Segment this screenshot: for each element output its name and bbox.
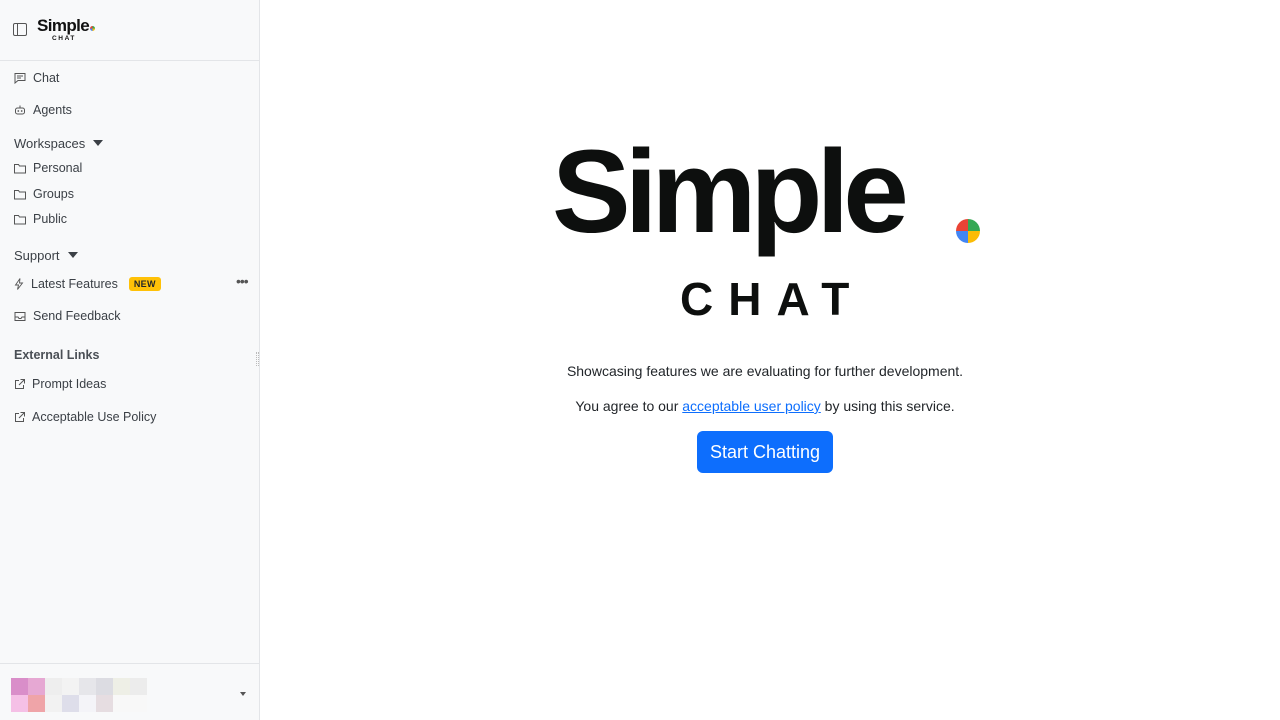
nav-agents[interactable]: Agents (14, 101, 72, 119)
avatar-pixel (11, 695, 28, 712)
nav-send-feedback[interactable]: Send Feedback (14, 307, 121, 325)
nav-latest-features[interactable]: Latest Features NEW (14, 275, 161, 293)
avatar-pixel (113, 678, 130, 695)
workspaces-section-toggle[interactable]: Workspaces (14, 134, 104, 152)
avatar-pixel (130, 695, 147, 712)
avatar-pixel (28, 695, 45, 712)
agree-suffix: by using this service. (820, 398, 955, 414)
tagline: Showcasing features we are evaluating fo… (566, 363, 964, 379)
avatar-pixel (79, 695, 96, 712)
hero-logo-sub: CHAT (680, 273, 865, 325)
hero-logo-word: Simple (552, 126, 909, 258)
folder-icon (14, 189, 26, 199)
folder-icon (14, 214, 26, 224)
support-section-toggle[interactable]: Support (14, 246, 78, 264)
main-content: Simple CHAT Showcasing features we are e… (260, 0, 1280, 720)
external-link-acceptable-use[interactable]: Acceptable Use Policy (14, 408, 156, 426)
avatar-pixel (62, 678, 79, 695)
chevron-down-icon (240, 692, 246, 696)
avatar (11, 678, 147, 712)
folder-icon (14, 163, 26, 173)
hero-logo: Simple CHAT (552, 122, 992, 325)
sidebar-logo[interactable]: Simple CHAT (37, 16, 96, 43)
external-links-title: External Links (14, 348, 100, 362)
nav-chat[interactable]: Chat (14, 69, 59, 87)
logo-dot-icon (90, 26, 96, 31)
external-link-label: Acceptable Use Policy (32, 410, 157, 424)
avatar-pixel (96, 678, 113, 695)
caret-down-icon (67, 252, 78, 258)
avatar-pixel (11, 678, 28, 695)
workspace-item-label: Groups (33, 187, 74, 201)
avatar-pixel (96, 695, 113, 712)
external-link-icon (15, 411, 25, 422)
workspace-item-public[interactable]: Public (14, 210, 67, 228)
sidebar-resize-handle[interactable] (256, 352, 259, 366)
avatar-pixel (45, 695, 62, 712)
avatar-pixel (130, 678, 147, 695)
workspace-item-groups[interactable]: Groups (14, 185, 74, 203)
avatar-pixel (79, 678, 96, 695)
agree-prefix: You agree to our (575, 398, 683, 414)
avatar-pixel (28, 678, 45, 695)
sidebar: Simple CHAT Chat Agents Workspaces Perso… (0, 0, 260, 720)
workspace-item-label: Personal (33, 161, 83, 175)
caret-down-icon (93, 140, 104, 146)
workspace-item-personal[interactable]: Personal (14, 159, 82, 177)
chat-icon (14, 73, 26, 84)
nav-agents-label: Agents (33, 103, 72, 117)
external-link-prompt-ideas[interactable]: Prompt Ideas (14, 375, 106, 393)
sidebar-logo-word: Simple (37, 16, 90, 35)
external-link-label: Prompt Ideas (32, 377, 107, 391)
sidebar-toggle-icon[interactable] (13, 23, 27, 36)
workspace-item-label: Public (33, 212, 68, 226)
send-feedback-label: Send Feedback (33, 309, 121, 323)
latest-features-label: Latest Features (31, 277, 118, 291)
new-badge: NEW (128, 277, 161, 291)
policy-agreement: You agree to our acceptable user policy … (260, 398, 1270, 414)
acceptable-use-policy-link[interactable]: acceptable user policy (682, 398, 821, 414)
more-options-icon[interactable]: ••• (236, 274, 249, 288)
nav-chat-label: Chat (33, 71, 60, 85)
avatar-pixel (113, 695, 130, 712)
avatar-pixel (45, 678, 62, 695)
start-chatting-button[interactable]: Start Chatting (697, 431, 833, 473)
external-link-icon (15, 378, 25, 389)
envelope-icon (14, 311, 26, 321)
logo-dot-icon (956, 219, 980, 243)
sidebar-logo-sub: CHAT (52, 35, 76, 42)
user-menu[interactable] (0, 663, 259, 720)
support-title: Support (14, 247, 60, 263)
lightning-icon (14, 278, 24, 290)
workspaces-title: Workspaces (14, 135, 86, 151)
sidebar-header: Simple CHAT (0, 0, 259, 61)
robot-icon (15, 105, 25, 115)
avatar-pixel (62, 695, 79, 712)
